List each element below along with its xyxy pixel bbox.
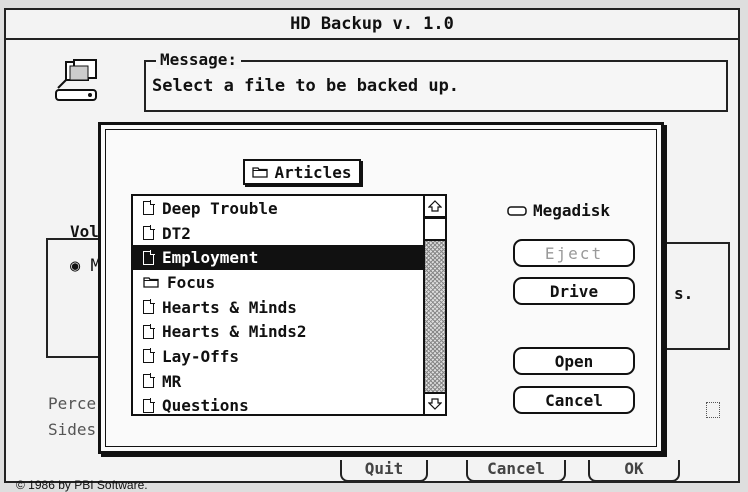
document-icon <box>143 200 155 216</box>
window-title: HD Backup v. 1.0 <box>6 10 738 40</box>
volume-label: Vol <box>70 222 99 241</box>
document-icon <box>143 225 155 241</box>
drive-name: Megadisk <box>533 201 611 220</box>
file-list-item[interactable]: DT2 <box>133 221 425 246</box>
document-icon <box>143 249 155 265</box>
file-list-item[interactable]: Lay-Offs <box>133 344 425 369</box>
background-cancel-button[interactable]: Cancel <box>466 460 566 482</box>
folder-icon <box>252 167 269 178</box>
file-list-item[interactable]: Questions <box>133 394 425 419</box>
copyright-text: © 1986 by PBI Software. <box>16 478 148 492</box>
file-name: Questions <box>162 396 249 416</box>
file-list-item[interactable]: MR <box>133 369 425 394</box>
document-icon <box>143 299 155 315</box>
scrollbar[interactable] <box>423 196 445 414</box>
file-name: MR <box>162 371 182 391</box>
file-name: Focus <box>167 272 216 292</box>
ok-button[interactable]: OK <box>588 460 680 482</box>
document-icon <box>143 397 155 413</box>
message-legend: Message: <box>156 50 242 69</box>
drive-indicator: Megadisk <box>507 201 610 220</box>
scroll-thumb[interactable] <box>425 218 445 241</box>
percent-checkbox[interactable] <box>706 402 720 418</box>
scroll-down-arrow-icon[interactable] <box>425 392 445 414</box>
folder-icon <box>143 277 159 289</box>
cancel-button[interactable]: Cancel <box>513 386 635 414</box>
file-name: Deep Trouble <box>162 198 278 218</box>
scroll-up-arrow-icon[interactable] <box>425 196 445 218</box>
file-list-item[interactable]: Hearts & Minds <box>133 295 425 320</box>
folder-name: Articles <box>274 162 352 182</box>
file-list-item[interactable]: Employment <box>133 245 425 271</box>
file-list-item[interactable]: Hearts & Minds2 <box>133 319 425 344</box>
message-box: Message: Select a file to be backed up. <box>144 50 728 112</box>
message-text: Select a file to be backed up. <box>152 76 460 96</box>
sides-label: Sides <box>48 420 97 439</box>
drive-button[interactable]: Drive <box>513 277 635 305</box>
drive-icon <box>507 205 527 216</box>
file-list-rows: Deep Trouble DT2 Employment Focus Hearts & M… <box>133 196 425 418</box>
backup-disk-icon <box>55 59 97 101</box>
volume-radio[interactable]: ◉ M <box>70 256 101 276</box>
file-name: Hearts & Minds <box>162 297 297 317</box>
document-icon <box>143 348 155 364</box>
file-list-item[interactable]: Deep Trouble <box>133 196 425 221</box>
percent-label: Perce <box>48 394 97 413</box>
file-name: Lay-Offs <box>162 346 240 366</box>
open-button[interactable]: Open <box>513 347 635 375</box>
file-name: Hearts & Minds2 <box>162 322 307 342</box>
document-icon <box>143 323 155 339</box>
document-icon <box>143 373 155 389</box>
file-list[interactable]: Deep Trouble DT2 Employment Focus Hearts & M… <box>131 194 447 416</box>
file-name: Employment <box>162 248 259 268</box>
file-open-dialog: Articles Deep Trouble DT2 Employment Focus H… <box>98 122 664 454</box>
file-name: DT2 <box>162 223 191 243</box>
file-list-item[interactable]: Focus <box>133 270 425 295</box>
quit-button[interactable]: Quit <box>340 460 428 482</box>
eject-button[interactable]: Eject <box>513 239 635 267</box>
folder-popup[interactable]: Articles <box>243 159 361 185</box>
options-label: s. <box>674 284 694 303</box>
